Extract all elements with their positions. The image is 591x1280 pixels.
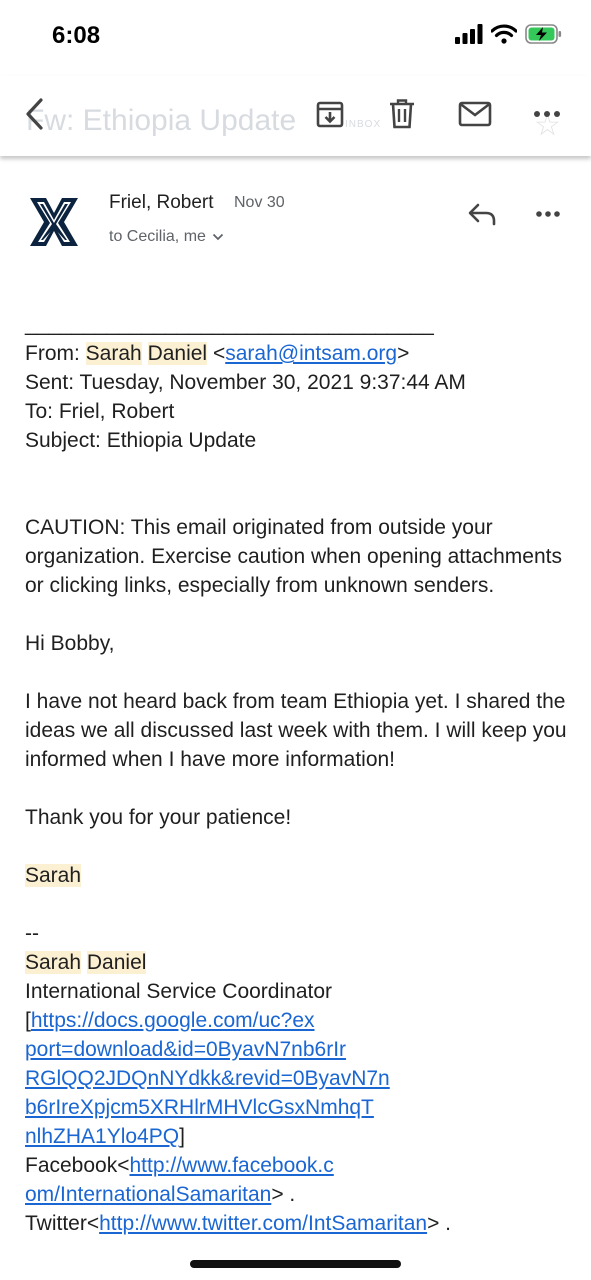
more-horizontal-icon [534,111,560,117]
facebook-line-cont: om/InternationalSamaritan> . [25,1180,570,1209]
home-indicator[interactable] [190,1260,401,1268]
message-more-button[interactable] [530,196,566,232]
avatar[interactable] [28,196,80,248]
forward-divider: ___________________________________ [25,313,434,336]
message-header: Friel, Robert Nov 30 to Cecilia, me [0,170,591,260]
signature-first-name: Sarah [25,951,82,974]
wifi-icon [491,24,517,44]
from-first-name: Sarah [85,342,142,365]
to-line: To: Friel, Robert [25,400,175,423]
twitter-link[interactable]: http://www.twitter.com/IntSamaritan [99,1212,427,1235]
message-date: Nov 30 [234,194,285,211]
recipients-text: to Cecilia, me [109,228,206,245]
delete-button[interactable] [382,94,422,134]
facebook-line: Facebook<http://www.facebook.c [25,1151,570,1180]
back-button[interactable] [14,94,54,134]
signature-name: Sarah Daniel [25,948,570,977]
signature-last-name: Daniel [86,951,147,974]
signal-icon [455,24,483,44]
chevron-down-icon [212,233,224,241]
facebook-link[interactable]: http://www.facebook.c [130,1154,334,1177]
subject-line: Subject: Ethiopia Update [25,429,257,452]
ghost-inbox-label: INBOX [345,119,382,130]
archive-icon [316,101,344,128]
facebook-link-cont[interactable]: om/InternationalSamaritan [25,1183,271,1206]
email-body: ___________________________________ From… [25,310,570,1238]
signoff-name: Sarah [25,864,82,887]
from-email-link[interactable]: sarah@intsam.org [225,342,397,365]
thanks-line: Thank you for your patience! [25,806,292,829]
signoff-line: Sarah [25,861,570,890]
facebook-label: Facebook< [25,1154,130,1177]
status-time: 6:08 [52,22,101,49]
mark-unread-button[interactable] [455,94,495,134]
twitter-after: > . [427,1212,451,1235]
chevron-left-icon [26,98,43,130]
signature-title: International Service Coordinator [25,980,333,1003]
signature-dashes: -- [25,922,39,945]
ghost-subject: Fw: Ethiopia Update [26,104,297,137]
recipients-toggle[interactable]: to Cecilia, me [109,228,224,246]
from-bracket-close: > [397,342,410,365]
doc-link-line[interactable]: b6rIreXpjcm5XRHlrMHVlcGsxNmhqT [25,1096,374,1119]
from-line: From: Sarah Daniel <sarah@intsam.org> [25,339,570,368]
toolbar: Fw: Ethiopia Update INBOX ☆ [0,76,591,156]
doc-link-block: [https://docs.google.com/uc?ex port=down… [25,1006,570,1151]
status-bar: 6:08 [0,0,591,76]
reply-icon [468,203,496,226]
mail-icon [458,101,492,127]
caution-notice: CAUTION: This email originated from outs… [25,516,562,597]
reply-button[interactable] [464,196,500,232]
doc-link-line[interactable]: RGlQQ2JDQnNYdkk&revid=0ByavN7n [25,1067,390,1090]
from-bracket-open: < [207,342,226,365]
more-options-button[interactable] [527,94,567,134]
from-last-name: Daniel [147,342,208,365]
trash-icon [390,99,414,129]
sender-name: Friel, Robert [109,192,214,213]
bracket-close: ] [179,1125,185,1148]
doc-link-line[interactable]: nlhZHA1Ylo4PQ [25,1125,179,1148]
twitter-line: Twitter<http://www.twitter.com/IntSamari… [25,1209,570,1238]
sent-line: Sent: Tuesday, November 30, 2021 9:37:44… [25,371,466,394]
more-horizontal-icon [536,211,560,217]
doc-link-line[interactable]: port=download&id=0ByavN7nb6rIr [25,1038,346,1061]
greeting: Hi Bobby, [25,632,115,655]
message-paragraph: I have not heard back from team Ethiopia… [25,690,567,771]
twitter-label: Twitter< [25,1212,100,1235]
archive-button[interactable] [310,94,350,134]
battery-charging-icon [525,24,562,44]
status-icons [455,24,563,44]
from-label: From: [25,342,86,365]
doc-link-line[interactable]: https://docs.google.com/uc?ex [31,1009,315,1032]
facebook-after: > . [271,1183,296,1206]
